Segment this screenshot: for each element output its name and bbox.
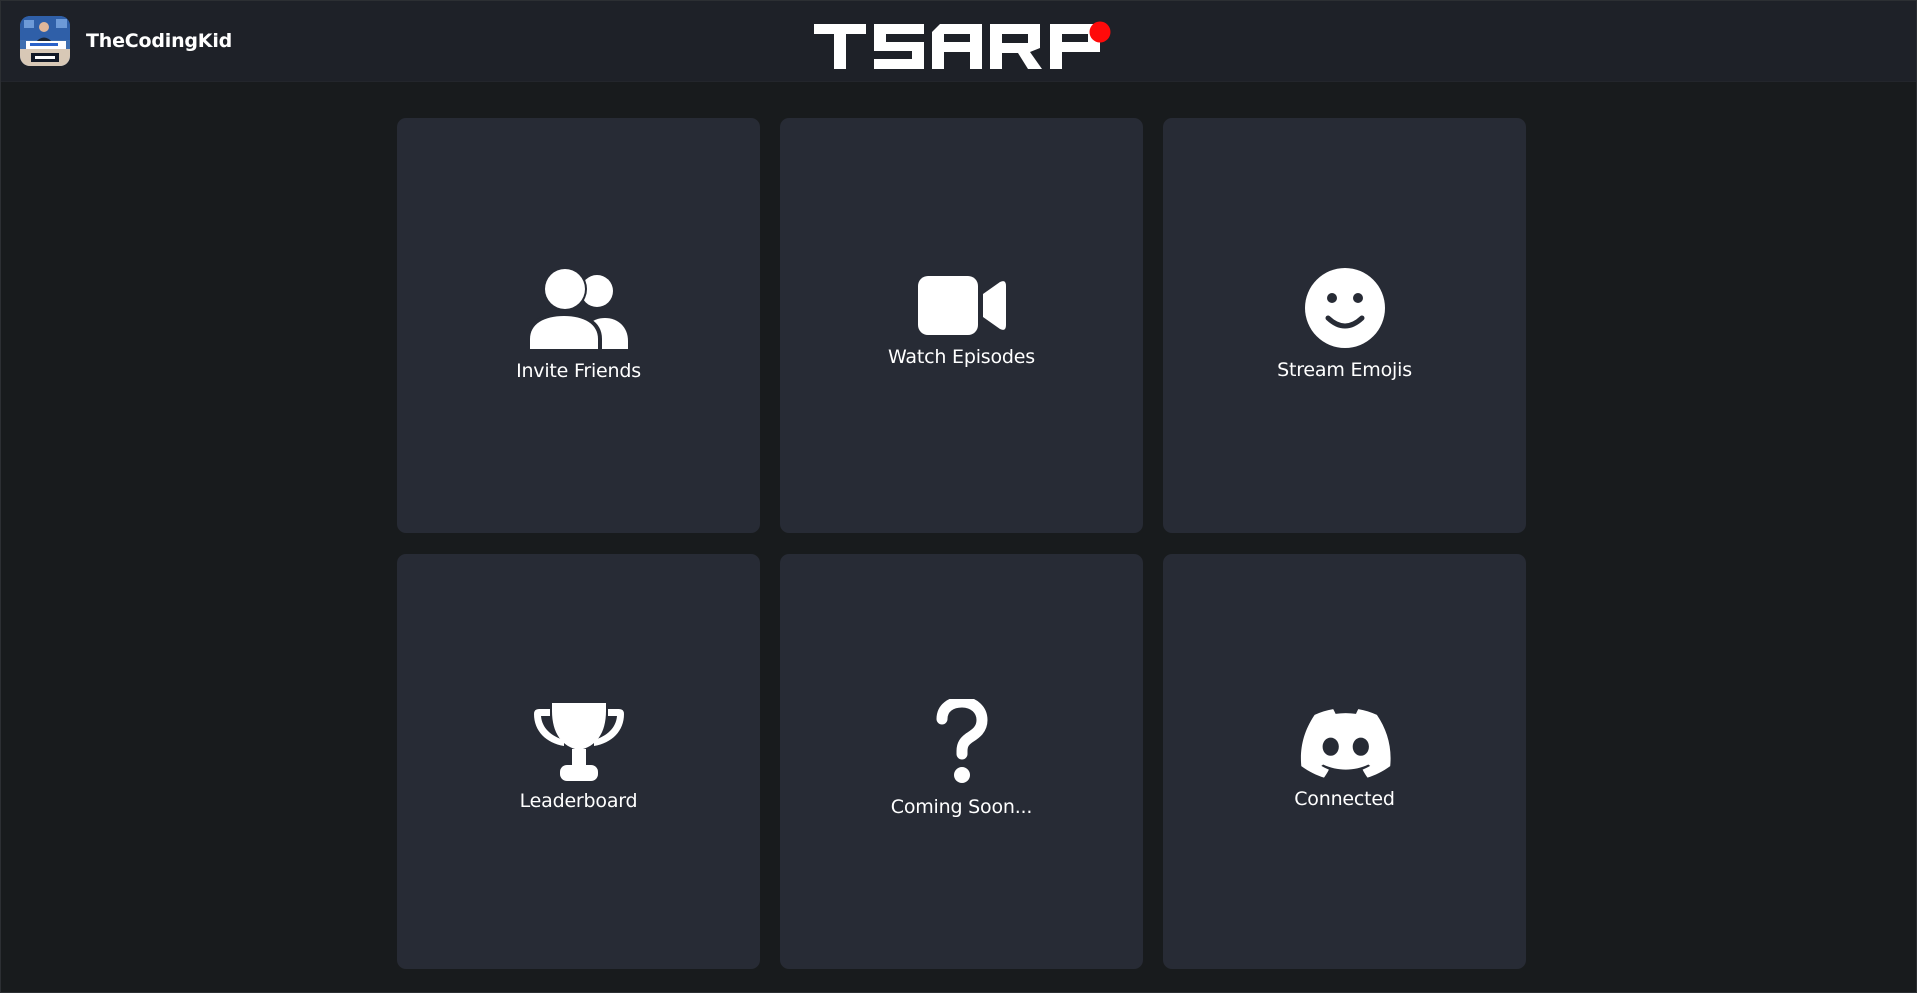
- card-content: Connected: [1163, 709, 1526, 810]
- card-content: Watch Episodes: [780, 276, 1143, 368]
- user-profile[interactable]: TheCodingKid: [20, 16, 232, 66]
- avatar[interactable]: [20, 16, 70, 66]
- card-label: Leaderboard: [519, 790, 638, 812]
- users-icon: [529, 269, 628, 349]
- top-bar: TheCodingKid: [1, 1, 1916, 82]
- card-label: Connected: [1294, 788, 1395, 810]
- question-mark-icon: [936, 699, 988, 783]
- card-label: Coming Soon...: [890, 796, 1033, 818]
- stream-emojis-card[interactable]: Stream Emojis: [1163, 118, 1526, 533]
- discord-connected-card[interactable]: Connected: [1163, 554, 1526, 969]
- card-content: Coming Soon...: [780, 699, 1143, 818]
- smiley-face-icon: [1304, 268, 1385, 348]
- live-dot-icon: [1089, 21, 1111, 43]
- watch-episodes-card[interactable]: Watch Episodes: [780, 118, 1143, 533]
- video-camera-icon: [917, 276, 1006, 335]
- coming-soon-card[interactable]: Coming Soon...: [780, 554, 1143, 969]
- card-content: Invite Friends: [397, 269, 760, 382]
- card-content: Leaderboard: [397, 703, 760, 812]
- card-label: Stream Emojis: [1277, 359, 1412, 381]
- discord-icon: [1300, 709, 1391, 778]
- card-label: Invite Friends: [516, 360, 641, 382]
- feature-grid: Invite Friends Watch Episodes Stream Emo…: [397, 118, 1526, 969]
- card-label: Watch Episodes: [888, 346, 1035, 368]
- card-content: Stream Emojis: [1163, 268, 1526, 381]
- invite-friends-card[interactable]: Invite Friends: [397, 118, 760, 533]
- trophy-icon: [533, 703, 624, 781]
- app-window: TheCodingKid Invite Friends Watch Episod…: [0, 0, 1917, 993]
- leaderboard-card[interactable]: Leaderboard: [397, 554, 760, 969]
- username: TheCodingKid: [86, 30, 233, 52]
- tsarp-logo[interactable]: [812, 18, 1116, 74]
